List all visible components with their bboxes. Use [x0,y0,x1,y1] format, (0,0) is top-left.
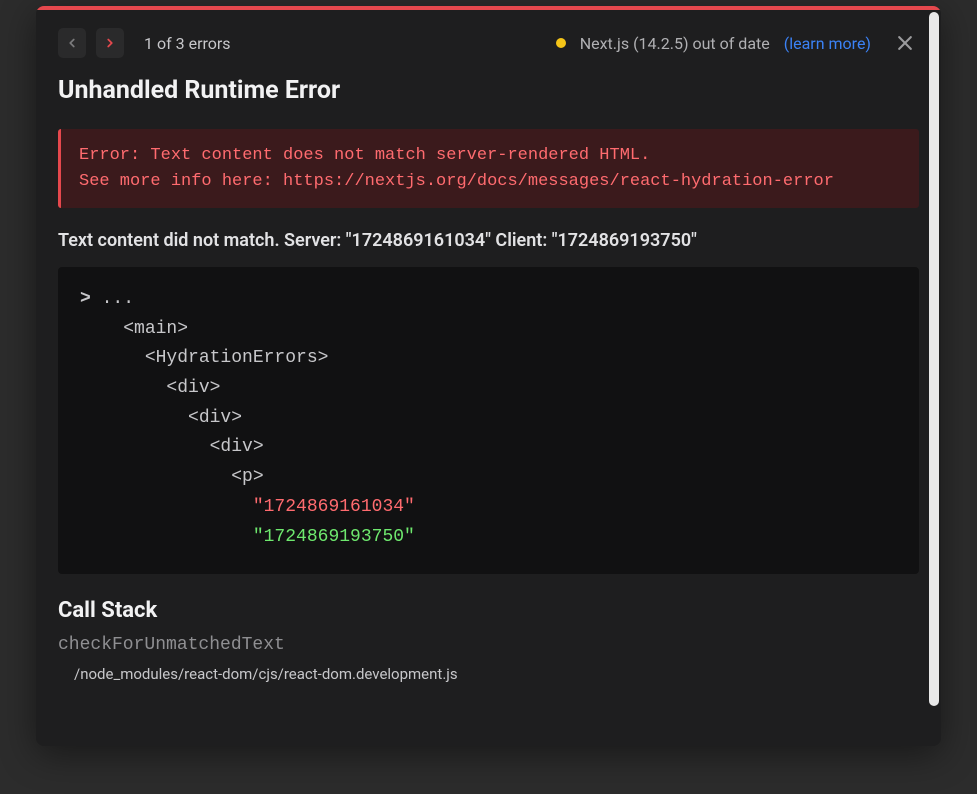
tree-line: <div> [80,433,897,463]
tree-line: <div> [80,374,897,404]
learn-more-link[interactable]: (learn more) [784,34,871,53]
tree-line: <div> [80,404,897,434]
chevron-left-icon [65,36,79,50]
tree-line: <p> [80,463,897,493]
call-stack-title: Call Stack [36,598,941,633]
stack-file-path: /node_modules/react-dom/cjs/react-dom.de… [36,661,941,683]
chevron-right-icon [103,36,117,50]
caret-right-icon: > [80,289,102,309]
tree-line: <main> [80,315,897,345]
component-tree: > ... <main> <HydrationErrors> <div> <di… [58,267,919,574]
close-button[interactable] [891,29,919,57]
tree-ellipsis: ... [102,289,134,309]
prev-error-button[interactable] [58,28,86,58]
error-message-text: Error: Text content does not match serve… [79,143,901,194]
tree-diff-server: "1724869161034" [80,493,897,523]
warning-dot-icon [556,38,566,48]
accent-bar [36,6,941,10]
content-scroll: 1 of 3 errors Next.js (14.2.5) out of da… [36,10,941,746]
tree-collapse-row[interactable]: > ... [80,285,897,315]
error-overlay: 1 of 3 errors Next.js (14.2.5) out of da… [36,6,941,746]
error-counter: 1 of 3 errors [144,34,231,53]
stack-function-name: checkForUnmatchedText [36,633,941,661]
tree-diff-client: "1724869193750" [80,523,897,553]
mismatch-description: Text content did not match. Server: "172… [36,224,941,267]
close-icon [895,33,915,53]
error-message-box: Error: Text content does not match serve… [58,129,919,208]
tree-line: <HydrationErrors> [80,344,897,374]
version-status: Next.js (14.2.5) out of date [580,34,770,53]
error-title: Unhandled Runtime Error [36,66,941,121]
header-row: 1 of 3 errors Next.js (14.2.5) out of da… [36,10,941,66]
next-error-button[interactable] [96,28,124,58]
